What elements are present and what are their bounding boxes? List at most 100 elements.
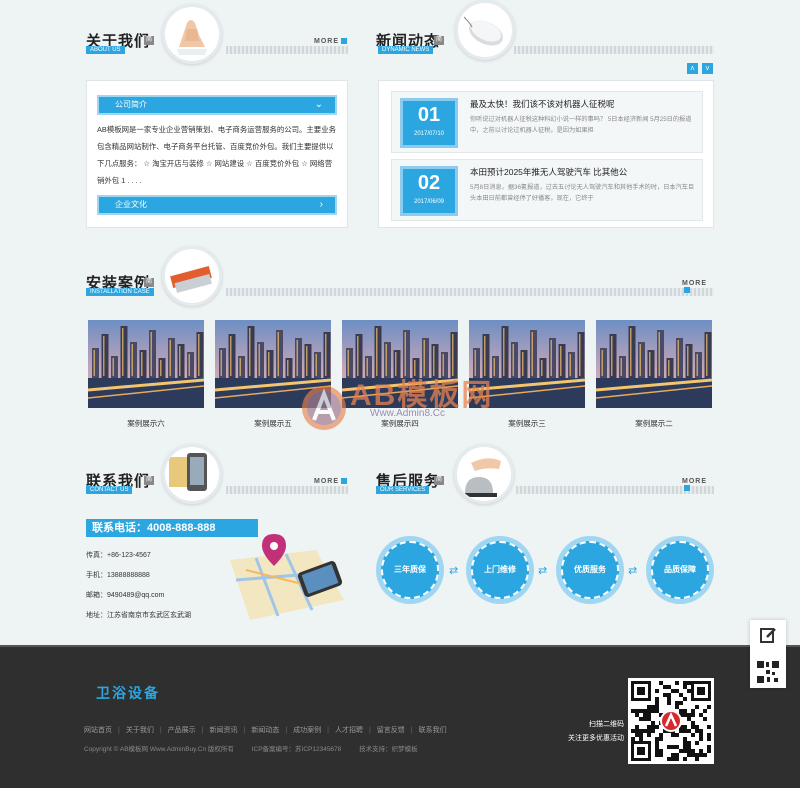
news-day: 02 (417, 172, 441, 194)
news-scroll-down-button[interactable]: ˅ (702, 63, 713, 74)
service-label: 优质服务 (561, 541, 619, 599)
contact-more-link[interactable]: MORE (314, 478, 347, 485)
contact-badge: 简 (144, 476, 155, 485)
cases-more-link[interactable]: MORE (682, 280, 714, 294)
service-item-quality-service[interactable]: 优质服务 (556, 536, 624, 604)
side-toolbar (750, 620, 786, 688)
service-item-guarantee[interactable]: 品质保障 (646, 536, 714, 604)
nav-separator: | (201, 727, 204, 734)
footer-icp[interactable]: ICP备案编号：苏ICP12345678 (252, 746, 342, 753)
footer-nav-link[interactable]: 新闻资讯 (209, 727, 237, 734)
service-more-link[interactable]: MORE (682, 478, 714, 492)
about-description: AB模板网是一家专业企业营销策划、电子商务运营服务的公司。主要业务包含精品网站制… (97, 125, 336, 185)
news-header: 新闻动态 简 DYNAMIC NEWS (376, 0, 714, 60)
news-date: 02 2017/06/09 (400, 166, 458, 216)
footer-nav-link[interactable]: 网站首页 (84, 727, 112, 734)
footer-nav-link[interactable]: 留言反馈 (377, 727, 405, 734)
watermark-url: Www.Admin8.Cc (370, 408, 446, 419)
chevron-down-icon: ⌄ (314, 99, 323, 110)
nav-separator: | (327, 727, 329, 734)
news-item-summary: 5月8日消息，据36氪报道，过去五讨论无人驾驶汽车和其他手术的时，日本汽车巨头本… (470, 184, 695, 202)
news-date: 01 2017/07/10 (400, 98, 458, 148)
service-header: 售后服务 简 OUR SERVICES MORE (376, 440, 714, 500)
qr-caption-1: 扫描二维码 (589, 721, 624, 728)
about-tab-culture[interactable]: 企业文化 › (97, 195, 337, 215)
service-subtitle: OUR SERVICES (376, 486, 430, 494)
service-label: 三年质保 (381, 541, 439, 599)
about-more-link[interactable]: MORE (314, 38, 347, 45)
qr-code-icon (628, 678, 714, 764)
divider (226, 486, 348, 494)
case-image[interactable] (88, 320, 204, 408)
divider (514, 46, 714, 54)
news-item[interactable]: 01 2017/07/10 最及太快！我们该不该对机器人征税呢 你听说过对机器人… (391, 91, 703, 153)
service-label: 上门维修 (471, 541, 529, 599)
case-label[interactable]: 案例展示二 (596, 418, 712, 429)
news-item-title[interactable]: 本田预计2025年推无人驾驶汽车 比其他公 (470, 166, 627, 178)
service-item-repair[interactable]: 上门维修 (466, 536, 534, 604)
qr-caption-2: 关注更多优惠活动 (568, 735, 624, 742)
nav-separator: | (118, 727, 120, 734)
footer-nav-link[interactable]: 成功案例 (293, 727, 321, 734)
divider (226, 46, 348, 54)
watermark-logo: AB模板网 Www.Admin8.Cc (300, 358, 510, 438)
footer-nav: 网站首页 | 关于我们 | 产品展示 | 新闻资讯 | 新闻动态 | 成功案例 | 人才招聘 | 留言反馈 |… (84, 725, 453, 735)
divider (226, 288, 714, 296)
about-tab-label: 公司简介 (115, 100, 147, 109)
case-image[interactable] (596, 320, 712, 408)
contact-mobile: 手机：13888888888 (86, 572, 150, 579)
footer-nav-link[interactable]: 产品展示 (168, 727, 196, 734)
news-month: 2017/06/09 (413, 199, 445, 205)
shuffle-icon: ⇄ (449, 565, 459, 577)
about-panel: 公司简介 ⌄ AB模板网是一家专业企业营销策划、电子商务运营服务的公司。主要业务… (86, 80, 348, 228)
footer-copyright: Copyright © AB模板网 Www.AdminBuy.Cn 版权所有 (84, 746, 234, 753)
footer-logo[interactable]: 卫浴设备 (96, 683, 160, 703)
service-badge: 简 (434, 476, 445, 485)
shuffle-icon: ⇄ (538, 565, 548, 577)
footer-nav-link[interactable]: 人才招聘 (335, 727, 363, 734)
nav-separator: | (285, 727, 288, 734)
case-label[interactable]: 案例展示六 (88, 418, 204, 429)
news-month: 2017/07/10 (413, 131, 445, 137)
news-item[interactable]: 02 2017/06/09 本田预计2025年推无人驾驶汽车 比其他公 5月8日… (391, 159, 703, 221)
handshake-icon (162, 4, 222, 64)
edit-icon[interactable] (759, 626, 777, 649)
nav-separator: | (410, 727, 413, 734)
service-label: 品质保障 (651, 541, 709, 599)
about-subtitle: ABOUT US (86, 46, 125, 54)
about-tab-label: 企业文化 (115, 200, 147, 209)
nav-separator: | (243, 727, 246, 734)
contact-fax: 传真：+86-123-4567 (86, 552, 151, 559)
news-day: 01 (417, 104, 441, 126)
news-subtitle: DYNAMIC NEWS (378, 46, 434, 54)
qr-small-icon[interactable] (756, 660, 780, 689)
news-scroll-up-button[interactable]: ˄ (687, 63, 698, 74)
contact-email: 邮箱：9490489@qq.com (86, 592, 165, 599)
footer-nav-link[interactable]: 新闻动态 (251, 727, 279, 734)
case-item[interactable]: 案例展示二 (596, 320, 712, 429)
phone-icon (162, 444, 222, 504)
service-bell-icon (454, 444, 514, 504)
contact-subtitle: CONTACT US (86, 486, 133, 494)
footer-copyright-row: Copyright © AB模板网 Www.AdminBuy.Cn 版权所有 I… (84, 743, 434, 753)
contact-address: 地址：江苏省南京市玄武区玄武湖 (86, 612, 191, 619)
nav-separator: | (159, 727, 162, 734)
shuffle-icon: ⇄ (628, 565, 638, 577)
news-badge: 简 (434, 36, 445, 45)
nav-separator: | (368, 727, 371, 734)
map-icon (226, 530, 348, 626)
chevron-right-icon: › (319, 199, 323, 210)
about-tab-company-profile[interactable]: 公司简介 ⌄ (97, 95, 337, 115)
mouse-icon (455, 0, 515, 60)
tools-icon (162, 246, 222, 306)
service-item-warranty[interactable]: 三年质保 (376, 536, 444, 604)
cases-badge: 简 (144, 278, 155, 287)
news-item-title[interactable]: 最及太快！我们该不该对机器人征税呢 (470, 98, 615, 110)
footer-nav-link[interactable]: 关于我们 (126, 727, 154, 734)
footer-support[interactable]: 技术支持：织梦模板 (359, 746, 418, 753)
footer-nav-link[interactable]: 联系我们 (419, 727, 447, 734)
cases-subtitle: INSTALLATION CASE (86, 288, 154, 296)
case-item[interactable]: 案例展示六 (88, 320, 204, 429)
about-badge: 简 (144, 36, 155, 45)
news-panel: 01 2017/07/10 最及太快！我们该不该对机器人征税呢 你听说过对机器人… (378, 80, 714, 228)
